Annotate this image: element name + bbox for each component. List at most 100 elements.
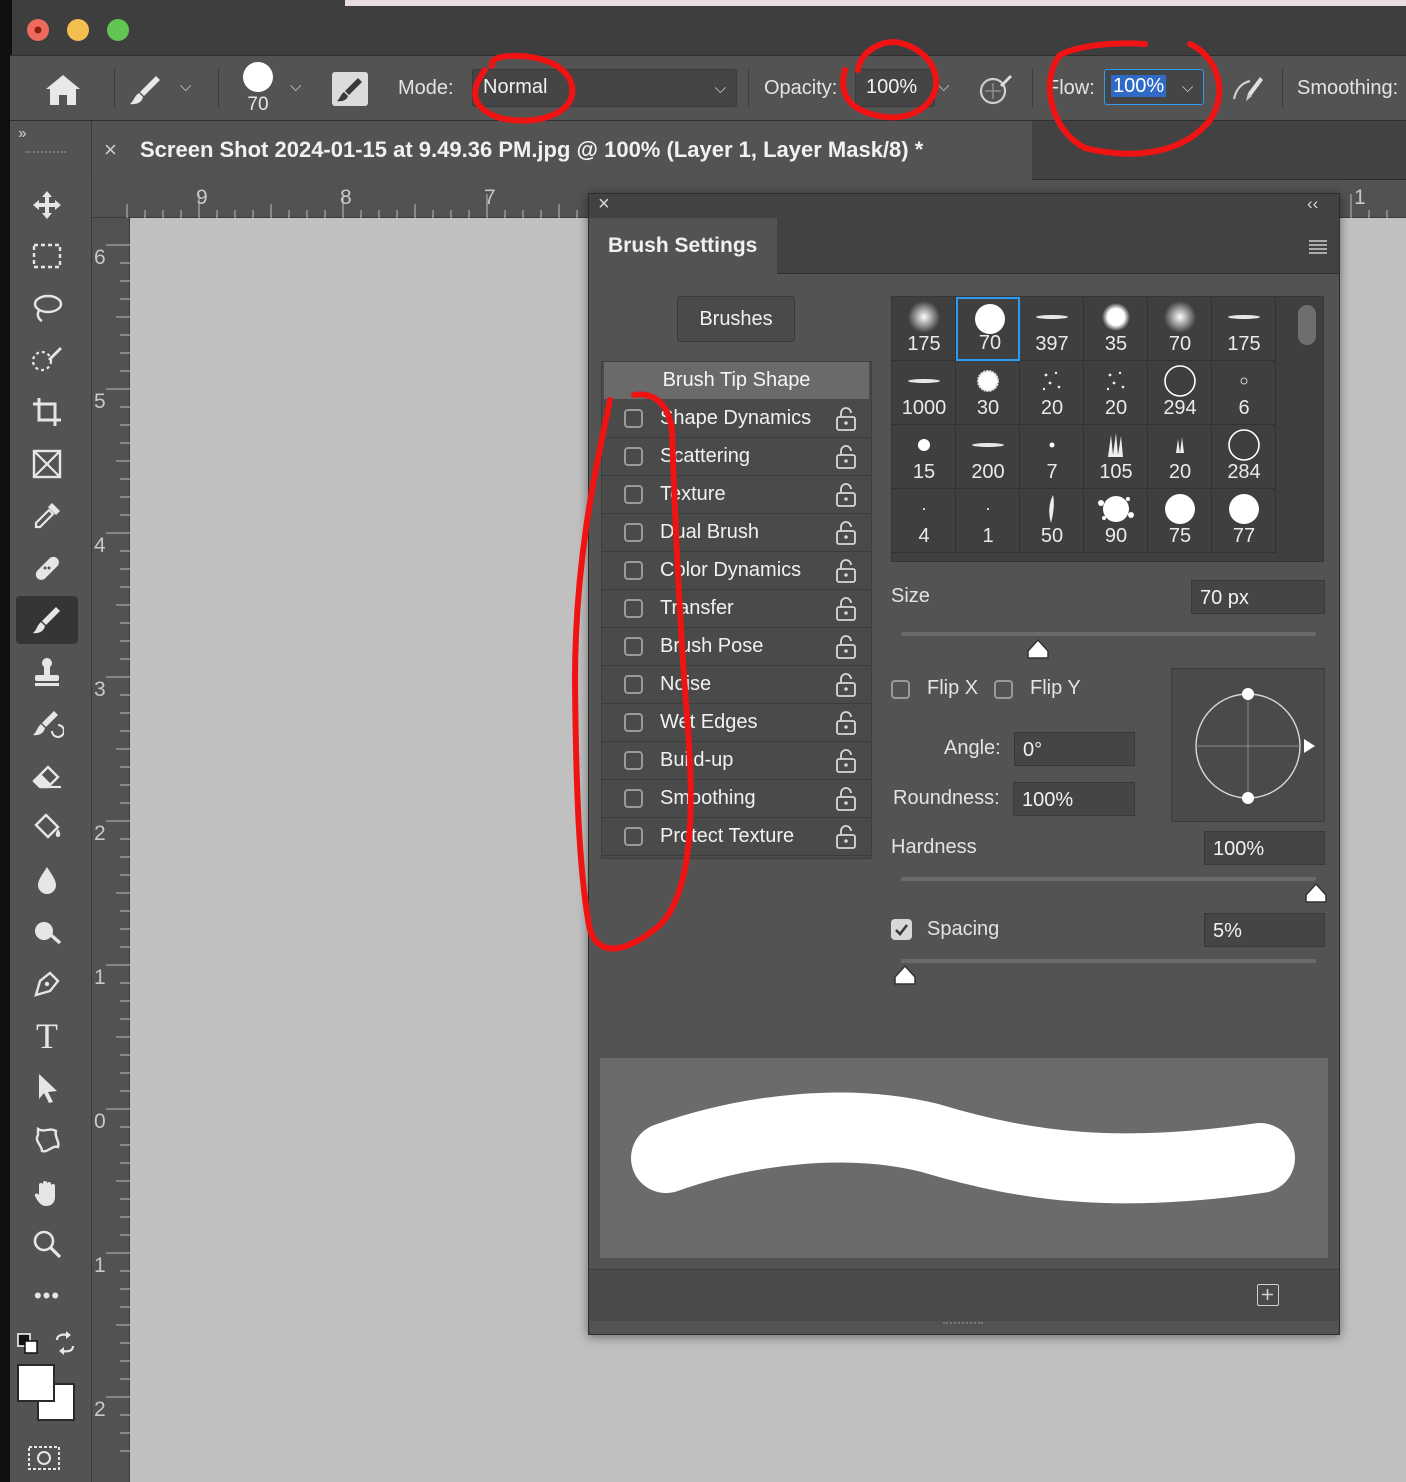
option-checkbox[interactable] — [624, 485, 643, 504]
lock-icon[interactable] — [835, 558, 857, 584]
lock-icon[interactable] — [835, 444, 857, 470]
option-checkbox[interactable] — [624, 447, 643, 466]
brush-preset[interactable]: 294 — [1148, 361, 1212, 425]
brush-preset[interactable]: 77 — [1212, 489, 1276, 553]
brush-presets-grid[interactable]: 175 70 397 35 70 175 1000 30 20 20 294 6 15 200 7 105 20… — [891, 296, 1324, 562]
lock-icon[interactable] — [835, 482, 857, 508]
brush-preset[interactable]: 35 — [1084, 297, 1148, 361]
zoom-tool-icon[interactable] — [16, 1220, 78, 1268]
document-tab[interactable]: × Screen Shot 2024-01-15 at 9.49.36 PM.j… — [92, 121, 1032, 180]
history-brush-tool-icon[interactable] — [16, 700, 78, 748]
roundness-field[interactable]: 100% — [1013, 782, 1135, 816]
minimize-window-button[interactable] — [67, 19, 89, 41]
brush-option-row[interactable]: Noise — [602, 666, 871, 704]
chevron-down-icon[interactable]: ⌵ — [290, 78, 301, 95]
panel-menu-icon[interactable] — [1307, 238, 1329, 256]
close-tab-icon[interactable]: × — [104, 137, 117, 163]
brush-preset[interactable]: 50 — [1020, 489, 1084, 553]
hand-tool-icon[interactable] — [16, 1168, 78, 1216]
eraser-tool-icon[interactable] — [16, 752, 78, 800]
brush-preset[interactable]: 30 — [956, 361, 1020, 425]
option-checkbox[interactable] — [624, 637, 643, 656]
brush-preset[interactable]: 175 — [1212, 297, 1276, 361]
brush-option-row[interactable]: Protect Texture — [602, 818, 871, 856]
home-icon[interactable] — [40, 70, 86, 110]
option-checkbox[interactable] — [624, 789, 643, 808]
brush-preset[interactable]: 70 — [1148, 297, 1212, 361]
lasso-tool-icon[interactable] — [16, 284, 78, 332]
brush-preset[interactable]: 4 — [892, 489, 956, 553]
lock-icon[interactable] — [835, 406, 857, 432]
brush-preset[interactable]: 20 — [1020, 361, 1084, 425]
brush-preset[interactable]: 6 — [1212, 361, 1276, 425]
lock-icon[interactable] — [835, 748, 857, 774]
chevron-down-icon[interactable]: ⌵ — [180, 78, 191, 95]
dodge-tool-icon[interactable] — [16, 908, 78, 956]
brush-preset[interactable]: 200 — [956, 425, 1020, 489]
pen-tool-icon[interactable] — [16, 960, 78, 1008]
brush-size-preview-icon[interactable] — [238, 60, 278, 96]
brush-option-row[interactable]: Dual Brush — [602, 514, 871, 552]
size-slider-thumb[interactable] — [1025, 638, 1051, 660]
panel-resize-grip[interactable] — [943, 1322, 983, 1328]
brush-preset[interactable]: 1 — [956, 489, 1020, 553]
quick-selection-tool-icon[interactable] — [16, 336, 78, 384]
brush-tip-shape-item[interactable]: Brush Tip Shape — [604, 362, 869, 399]
brush-option-row[interactable]: Build-up — [602, 742, 871, 780]
flow-field[interactable]: 100% ⌵ — [1104, 69, 1204, 105]
brush-preset[interactable]: 20 — [1084, 361, 1148, 425]
opacity-field[interactable]: 100% — [855, 69, 935, 107]
type-tool-icon[interactable]: T — [16, 1012, 78, 1060]
mode-select[interactable]: Normal ⌵ — [472, 69, 737, 107]
spacing-checkbox[interactable] — [891, 919, 912, 940]
brush-preset[interactable]: 105 — [1084, 425, 1148, 489]
angle-roundness-widget[interactable] — [1171, 668, 1325, 822]
hardness-slider[interactable] — [901, 877, 1316, 881]
brush-preset[interactable]: 175 — [892, 297, 956, 361]
brush-preset[interactable]: 70 — [956, 297, 1020, 361]
brush-option-row[interactable]: Wet Edges — [602, 704, 871, 742]
option-checkbox[interactable] — [624, 751, 643, 770]
brushes-button[interactable]: Brushes — [677, 296, 795, 342]
lock-icon[interactable] — [835, 672, 857, 698]
tab-brush-settings[interactable]: Brush Settings — [589, 218, 777, 275]
angle-field[interactable]: 0° — [1014, 732, 1135, 766]
clone-stamp-tool-icon[interactable] — [16, 648, 78, 696]
brush-option-row[interactable]: Color Dynamics — [602, 552, 871, 590]
brush-tool-icon[interactable] — [16, 596, 78, 644]
default-colors-icon[interactable] — [16, 1332, 40, 1356]
presets-scrollbar[interactable] — [1298, 305, 1316, 345]
flip-y-checkbox[interactable] — [994, 680, 1013, 699]
vertical-ruler[interactable]: 6 5 4 3 2 1 0 1 2 — [92, 218, 130, 1482]
lock-icon[interactable] — [835, 824, 857, 850]
brush-option-row[interactable]: Texture — [602, 476, 871, 514]
crop-tool-icon[interactable] — [16, 388, 78, 436]
brush-option-row[interactable]: Transfer — [602, 590, 871, 628]
collapse-panel-icon[interactable]: ‹‹ — [1307, 194, 1318, 214]
hardness-field[interactable]: 100% — [1204, 831, 1325, 865]
brush-preset[interactable]: 7 — [1020, 425, 1084, 489]
lock-icon[interactable] — [835, 596, 857, 622]
brush-preset[interactable]: 75 — [1148, 489, 1212, 553]
new-brush-icon[interactable] — [1257, 1284, 1279, 1306]
toolbar-collapse-icon[interactable]: ›› — [18, 125, 27, 143]
blur-tool-icon[interactable] — [16, 856, 78, 904]
spacing-slider[interactable] — [901, 959, 1316, 963]
path-selection-tool-icon[interactable] — [16, 1064, 78, 1112]
brush-preset[interactable]: 20 — [1148, 425, 1212, 489]
shape-tool-icon[interactable] — [16, 1116, 78, 1164]
zoom-window-button[interactable] — [107, 19, 129, 41]
lock-icon[interactable] — [835, 710, 857, 736]
airbrush-icon[interactable] — [1228, 71, 1266, 107]
marquee-tool-icon[interactable] — [16, 232, 78, 280]
brush-settings-toggle-icon[interactable] — [332, 72, 368, 106]
brush-preset[interactable]: 397 — [1020, 297, 1084, 361]
brush-option-row[interactable]: Brush Pose — [602, 628, 871, 666]
close-panel-icon[interactable]: × — [598, 193, 610, 216]
size-field[interactable]: 70 px — [1191, 580, 1325, 614]
close-window-button[interactable] — [27, 19, 49, 41]
brush-option-row[interactable]: Shape Dynamics — [602, 400, 871, 438]
option-checkbox[interactable] — [624, 827, 643, 846]
option-checkbox[interactable] — [624, 409, 643, 428]
hardness-slider-thumb[interactable] — [1303, 882, 1329, 904]
